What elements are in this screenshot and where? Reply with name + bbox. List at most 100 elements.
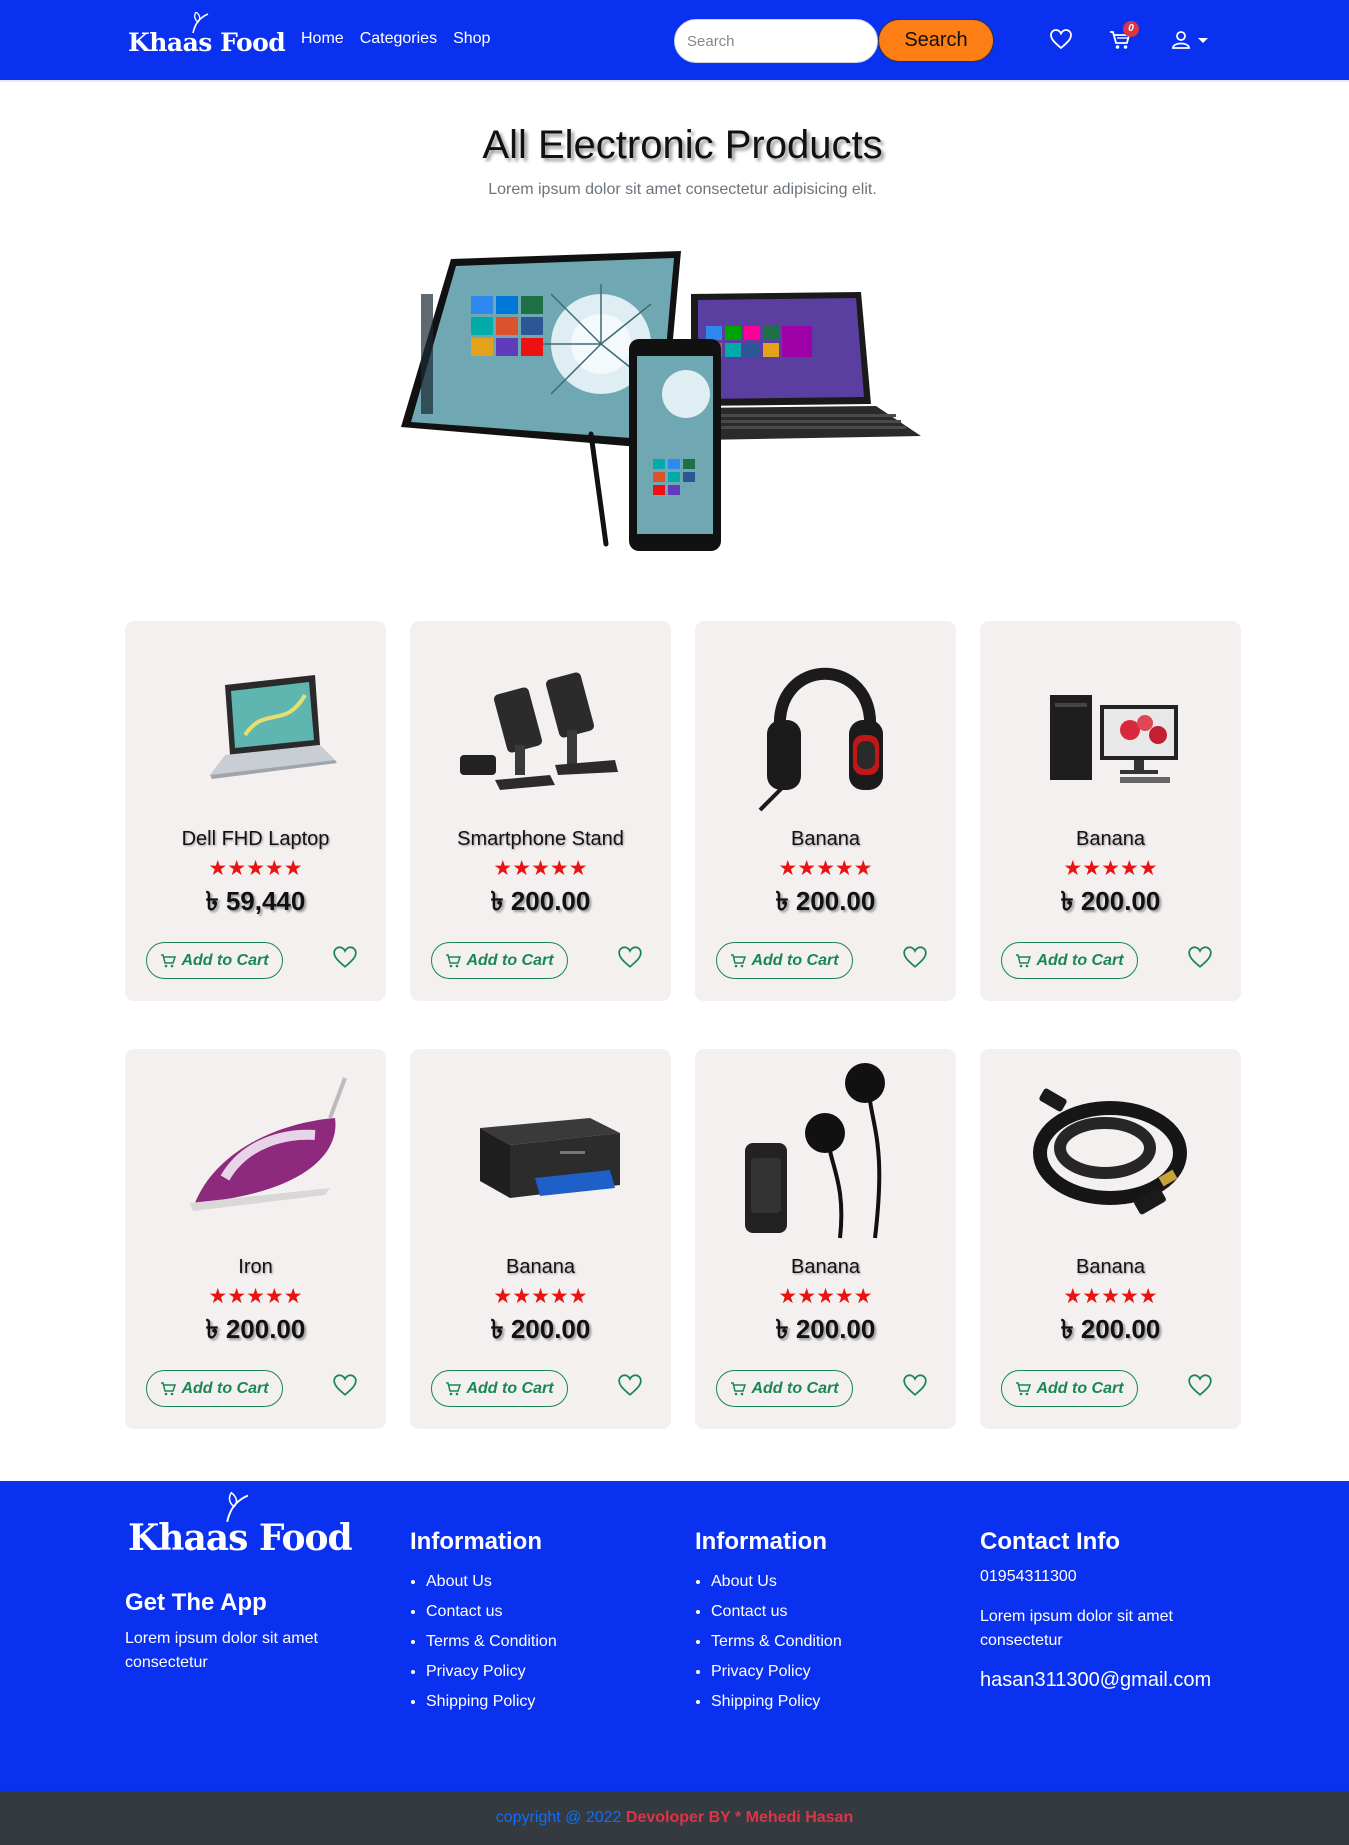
footer-brand-name: Khaas Food — [128, 1517, 353, 1559]
add-to-cart-button[interactable]: Add to Cart — [146, 942, 283, 979]
headphones-image — [758, 667, 883, 812]
add-to-cart-label: Add to Cart — [1036, 1379, 1124, 1397]
nav-home[interactable]: Home — [301, 30, 344, 48]
search-input[interactable] — [674, 19, 878, 63]
product-name: Smartphone Stand — [457, 828, 624, 850]
product-price: ৳ 200.00 — [490, 886, 591, 916]
product-name: Banana — [506, 1256, 575, 1278]
product-price: ৳ 200.00 — [1060, 886, 1161, 916]
product-price: ৳ 200.00 — [205, 1314, 306, 1344]
nav-shop[interactable]: Shop — [453, 30, 490, 48]
product-card[interactable]: Banana ★★★★★ ৳ 200.00 Add to Cart — [980, 1049, 1241, 1429]
information-links-2: About Us Contact us Terms & Condition Pr… — [694, 1567, 842, 1717]
heart-icon[interactable] — [617, 1373, 643, 1397]
rating-stars: ★★★★★ — [1063, 857, 1158, 880]
contact-phone: 01954311300 — [980, 1568, 1077, 1585]
add-to-cart-label: Add to Cart — [181, 951, 269, 969]
add-to-cart-button[interactable]: Add to Cart — [431, 942, 568, 979]
footer-link-contact[interactable]: Contact us — [426, 1597, 557, 1627]
heart-icon[interactable] — [902, 945, 928, 969]
product-card[interactable]: Iron ★★★★★ ৳ 200.00 Add to Cart — [125, 1049, 386, 1429]
main-nav: Home Categories Shop — [301, 30, 490, 48]
add-to-cart-button[interactable]: Add to Cart — [1001, 942, 1138, 979]
clothes-iron-image — [190, 1077, 347, 1211]
heart-icon[interactable] — [332, 945, 358, 969]
product-name: Banana — [791, 828, 860, 850]
heart-icon[interactable] — [617, 945, 643, 969]
cart-icon — [446, 1381, 462, 1395]
rating-stars: ★★★★★ — [493, 857, 588, 880]
information-links: About Us Contact us Terms & Condition Pr… — [409, 1567, 557, 1717]
navbar: Khaas Food Home Categories Shop Search 0 — [0, 0, 1349, 82]
footer-logo[interactable]: Khaas Food — [128, 1491, 353, 1561]
cart-icon — [446, 953, 462, 967]
product-card[interactable]: Banana ★★★★★ ৳ 200.00 Add to Cart — [410, 1049, 671, 1429]
heart-icon[interactable] — [1187, 1373, 1213, 1397]
product-price: ৳ 200.00 — [775, 1314, 876, 1344]
add-to-cart-label: Add to Cart — [181, 1379, 269, 1397]
product-price: ৳ 200.00 — [490, 1314, 591, 1344]
rating-stars: ★★★★★ — [1063, 1285, 1158, 1308]
add-to-cart-label: Add to Cart — [466, 951, 554, 969]
product-name: Iron — [238, 1256, 273, 1278]
earphones-image — [745, 1063, 885, 1239]
page-title: All Electronic Products — [482, 123, 883, 167]
product-card[interactable]: Smartphone Stand ★★★★★ ৳ 200.00 Add to C… — [410, 621, 671, 1001]
heart-icon[interactable] — [1187, 945, 1213, 969]
desktop-computer-image — [1050, 695, 1178, 783]
heart-icon[interactable] — [332, 1373, 358, 1397]
cart-icon — [731, 1381, 747, 1395]
brand-name: Khaas Food — [128, 28, 286, 57]
cart-icon — [161, 953, 177, 967]
add-to-cart-label: Add to Cart — [751, 951, 839, 969]
footer-link-privacy[interactable]: Privacy Policy — [711, 1657, 842, 1687]
cart-icon — [1016, 1381, 1032, 1395]
product-name: Banana — [1076, 1256, 1145, 1278]
product-name: Dell FHD Laptop — [181, 828, 330, 850]
rating-stars: ★★★★★ — [208, 857, 303, 880]
heart-icon[interactable] — [902, 1373, 928, 1397]
developer-credit: Devoloper BY * Mehedi Hasan — [625, 1809, 854, 1826]
phone-stand-image — [460, 672, 618, 790]
add-to-cart-button[interactable]: Add to Cart — [716, 942, 853, 979]
product-name: Banana — [1076, 828, 1145, 850]
hero-devices-image — [401, 251, 921, 551]
rating-stars: ★★★★★ — [778, 857, 873, 880]
user-icon[interactable] — [1172, 31, 1190, 49]
add-to-cart-button[interactable]: Add to Cart — [716, 1370, 853, 1407]
page-subtitle: Lorem ipsum dolor sit amet consectetur a… — [488, 181, 877, 198]
footer-link-about[interactable]: About Us — [711, 1567, 842, 1597]
product-card[interactable]: Banana ★★★★★ ৳ 200.00 Add to Cart — [980, 621, 1241, 1001]
contact-email[interactable]: hasan311300@gmail.com — [980, 1669, 1211, 1692]
product-price: ৳ 59,440 — [205, 886, 306, 916]
printer-image — [480, 1118, 620, 1198]
product-card[interactable]: Banana ★★★★★ ৳ 200.00 Add to Cart — [695, 621, 956, 1001]
add-to-cart-label: Add to Cart — [466, 1379, 554, 1397]
footer-link-about[interactable]: About Us — [426, 1567, 557, 1597]
footer-link-shipping[interactable]: Shipping Policy — [711, 1687, 842, 1717]
add-to-cart-button[interactable]: Add to Cart — [146, 1370, 283, 1407]
footer-link-terms[interactable]: Terms & Condition — [711, 1627, 842, 1657]
product-card[interactable]: Dell FHD Laptop ★★★★★ ৳ 59,440 Add to Ca… — [125, 621, 386, 1001]
cart-icon — [161, 1381, 177, 1395]
product-card[interactable]: Banana ★★★★★ ৳ 200.00 Add to Cart — [695, 1049, 956, 1429]
brand-logo[interactable]: Khaas Food — [128, 12, 286, 60]
add-to-cart-button[interactable]: Add to Cart — [1001, 1370, 1138, 1407]
get-app-text: Lorem ipsum dolor sit amet consectetur — [125, 1630, 318, 1671]
contact-text: Lorem ipsum dolor sit amet consectetur — [980, 1608, 1173, 1649]
footer-link-shipping[interactable]: Shipping Policy — [426, 1687, 557, 1717]
rating-stars: ★★★★★ — [778, 1285, 873, 1308]
get-app-heading: Get The App — [125, 1589, 267, 1616]
nav-categories[interactable]: Categories — [360, 30, 437, 48]
footer: Khaas Food Get The App Lorem ipsum dolor… — [0, 1481, 1349, 1791]
cart-icon — [1016, 953, 1032, 967]
caret-down-icon[interactable] — [1197, 37, 1209, 45]
copyright-bar: copyright @ 2022 Devoloper BY * Mehedi H… — [0, 1791, 1349, 1845]
heart-icon[interactable] — [1049, 28, 1073, 50]
footer-link-contact[interactable]: Contact us — [711, 1597, 842, 1627]
information-heading-2: Information — [695, 1528, 827, 1555]
search-button[interactable]: Search — [878, 19, 994, 62]
add-to-cart-button[interactable]: Add to Cart — [431, 1370, 568, 1407]
footer-link-privacy[interactable]: Privacy Policy — [426, 1657, 557, 1687]
footer-link-terms[interactable]: Terms & Condition — [426, 1627, 557, 1657]
